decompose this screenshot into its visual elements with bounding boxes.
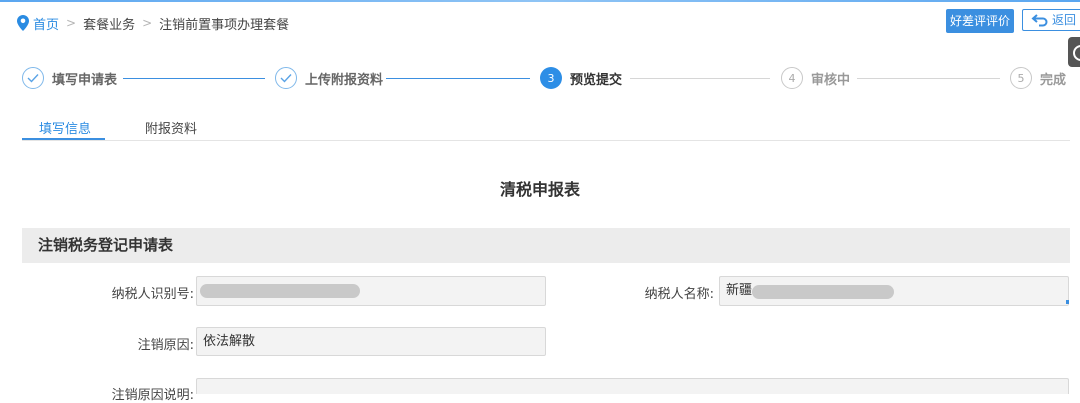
breadcrumb: 首页 > 套餐业务 > 注销前置事项办理套餐 — [17, 14, 290, 33]
back-button[interactable]: 返回 — [1022, 9, 1080, 31]
redacted-value — [752, 285, 894, 299]
step-connector — [630, 78, 770, 79]
back-arrow-icon — [1031, 14, 1048, 27]
evaluate-button[interactable]: 好差评评价 — [946, 9, 1014, 33]
step-5-label: 完成 — [1040, 72, 1067, 88]
top-accent-line — [0, 0, 1080, 2]
step-3: 3 预览提交 — [540, 66, 622, 90]
reason-field[interactable]: 依法解散 — [196, 327, 546, 356]
form-title: 清税申报表 — [499, 180, 580, 199]
taxpayer-name-value: 新疆 — [726, 283, 753, 298]
breadcrumb-separator: > — [66, 16, 77, 30]
step-connector — [857, 78, 1000, 79]
field-focus-marker — [1066, 300, 1069, 304]
tab-fill-info[interactable]: 填写信息 — [39, 118, 91, 137]
step-connector — [123, 78, 265, 79]
step-1: 填写申请表 — [22, 66, 117, 90]
step-3-label: 预览提交 — [570, 72, 623, 88]
check-icon — [275, 67, 297, 89]
check-icon — [22, 67, 44, 89]
tab-attachments[interactable]: 附报资料 — [145, 118, 197, 137]
breadcrumb-current: 注销前置事项办理套餐 — [159, 17, 290, 33]
reason-label: 注销原因: — [137, 338, 194, 353]
help-float-button[interactable] — [1068, 37, 1080, 67]
tab-divider — [22, 140, 1070, 141]
location-pin-icon — [17, 15, 29, 31]
reason-note-field[interactable] — [196, 378, 1069, 394]
step-4: 4 审核中 — [781, 66, 850, 90]
taxpayer-id-label: 纳税人识别号: — [111, 287, 194, 302]
redacted-value — [200, 284, 360, 298]
step-5-number: 5 — [1010, 67, 1032, 89]
breadcrumb-separator: > — [142, 16, 153, 30]
step-connector — [386, 78, 530, 79]
step-2: 上传附报资料 — [275, 66, 383, 90]
breadcrumb-level1-link[interactable]: 套餐业务 — [83, 14, 135, 33]
taxpayer-name-label: 纳税人名称: — [644, 287, 714, 302]
help-icon — [1073, 45, 1080, 61]
step-5: 5 完成 — [1010, 66, 1066, 90]
step-4-label: 审核中 — [811, 72, 851, 88]
step-2-label: 上传附报资料 — [305, 72, 384, 88]
step-1-label: 填写申请表 — [52, 72, 118, 88]
back-button-label: 返回 — [1052, 13, 1077, 27]
step-4-number: 4 — [781, 67, 803, 89]
section-header: 注销税务登记申请表 — [22, 228, 1070, 263]
breadcrumb-home-link[interactable]: 首页 — [33, 14, 59, 33]
step-3-number: 3 — [540, 67, 562, 89]
